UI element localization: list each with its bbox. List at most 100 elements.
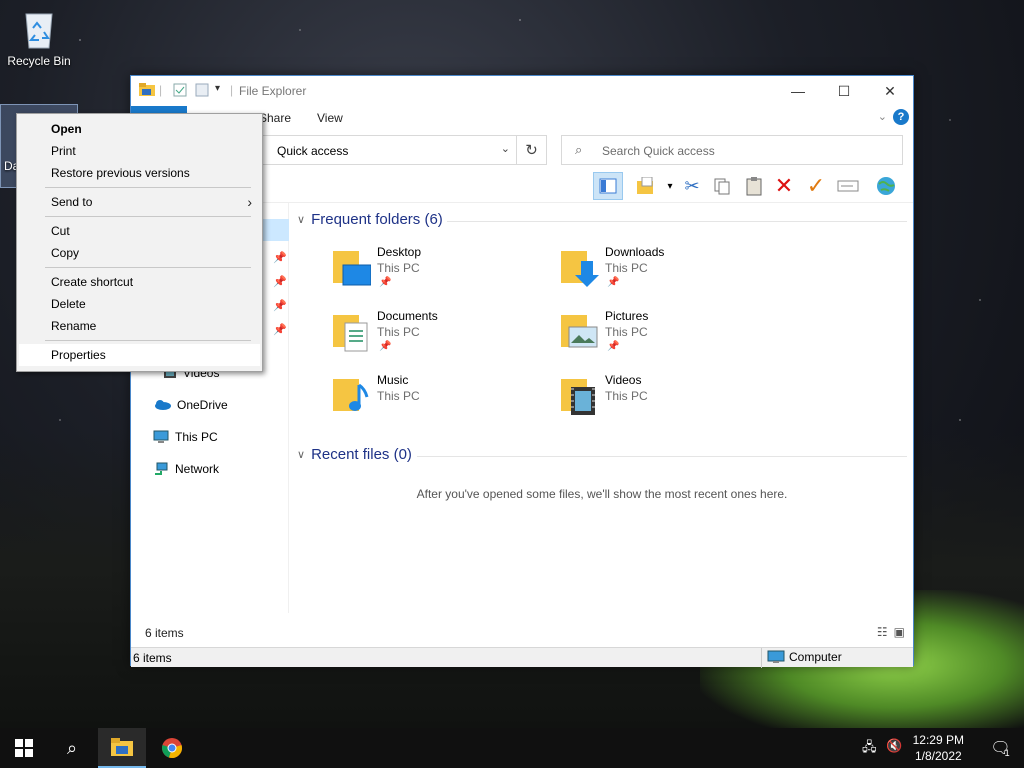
menu-item-print[interactable]: Print bbox=[51, 144, 76, 158]
videos-folder-icon bbox=[561, 379, 595, 415]
search-box[interactable]: ⌕ Search Quick access bbox=[561, 135, 903, 165]
taskbar-file-explorer[interactable] bbox=[98, 728, 146, 768]
maximize-icon: ☐ bbox=[837, 82, 851, 99]
customize-quick-access-icon[interactable]: ▾ bbox=[215, 83, 220, 94]
pin-icon[interactable]: 📌 bbox=[273, 275, 287, 288]
chevron-down-icon[interactable]: ⌄ bbox=[501, 142, 510, 155]
pin-icon[interactable]: 📌 bbox=[273, 251, 287, 264]
start-button[interactable] bbox=[0, 728, 48, 768]
title-separator: | bbox=[159, 83, 163, 97]
menu-separator bbox=[45, 340, 251, 341]
onedrive-icon bbox=[155, 400, 171, 410]
folder-name: Videos bbox=[605, 373, 642, 387]
this-pc-icon bbox=[153, 430, 169, 443]
pin-icon: 📌 bbox=[379, 341, 392, 352]
copy-button[interactable] bbox=[707, 172, 737, 200]
close-button[interactable]: ✕ bbox=[867, 76, 913, 106]
pin-icon[interactable]: 📌 bbox=[273, 299, 287, 312]
clock-time: 12:29 PM bbox=[912, 733, 964, 747]
folder-music[interactable]: Music This PC bbox=[331, 373, 551, 429]
taskbar-chrome[interactable] bbox=[148, 728, 196, 768]
nav-item-onedrive[interactable]: OneDrive bbox=[153, 395, 228, 415]
folder-pictures[interactable]: Pictures This PC 📌 bbox=[559, 309, 779, 365]
chevron-down-icon: ∨ bbox=[297, 214, 306, 226]
frequent-folders-header[interactable]: ∨ Frequent folders (6) bbox=[297, 211, 443, 228]
nav-item-label: OneDrive bbox=[177, 398, 228, 412]
details-view-icon[interactable]: ☷ bbox=[877, 625, 888, 639]
file-explorer-icon bbox=[111, 738, 133, 756]
maximize-button[interactable]: ☐ bbox=[821, 76, 867, 106]
folder-downloads[interactable]: Downloads This PC 📌 bbox=[559, 245, 779, 301]
folder-videos[interactable]: Videos This PC bbox=[559, 373, 779, 429]
close-icon: ✕ bbox=[884, 82, 896, 99]
folder-name: Desktop bbox=[377, 245, 422, 259]
search-button[interactable]: ⌕ bbox=[48, 728, 96, 768]
minimize-icon: — bbox=[791, 83, 805, 99]
tab-view[interactable]: View bbox=[317, 111, 343, 125]
pictures-folder-icon bbox=[561, 315, 598, 348]
recent-files-header[interactable]: ∨ Recent files (0) bbox=[297, 446, 412, 463]
status-bar-right: Computer bbox=[767, 650, 842, 664]
windows-logo-icon bbox=[15, 739, 33, 757]
nav-item-this-pc[interactable]: This PC bbox=[153, 427, 218, 447]
folder-desktop[interactable]: Desktop This PC 📌 bbox=[331, 245, 551, 301]
menu-item-delete[interactable]: Delete bbox=[51, 297, 86, 311]
minimize-button[interactable]: — bbox=[775, 76, 821, 106]
refresh-button[interactable]: ↻ bbox=[517, 135, 547, 165]
network-tray-icon[interactable]: 🖧 bbox=[862, 738, 877, 760]
check-button[interactable]: ✓ bbox=[801, 172, 831, 200]
pin-icon[interactable]: 📌 bbox=[273, 323, 287, 336]
item-count: 6 items bbox=[145, 626, 184, 640]
clock[interactable]: 12:29 PM 1/8/2022 bbox=[913, 732, 964, 764]
menu-item-restore-previous-versions[interactable]: Restore previous versions bbox=[51, 166, 190, 180]
nav-item-label: Network bbox=[175, 462, 220, 476]
volume-muted-icon[interactable]: 🔇 bbox=[886, 738, 902, 754]
menu-item-create-shortcut[interactable]: Create shortcut bbox=[51, 275, 133, 289]
folder-documents[interactable]: Documents This PC 📌 bbox=[331, 309, 551, 365]
status-bar: 6 items Computer bbox=[131, 647, 913, 668]
preview-pane-button[interactable] bbox=[593, 172, 623, 200]
taskbar: ⌕ 🖧 🔇 12:29 PM 1/8/2022 🗨 1 bbox=[0, 728, 1024, 768]
status-bar-left: 6 items bbox=[133, 651, 172, 665]
cut-button[interactable]: ✂ bbox=[677, 172, 707, 200]
globe-icon bbox=[877, 177, 895, 195]
menu-separator bbox=[45, 216, 251, 217]
menu-item-properties[interactable]: Properties bbox=[51, 348, 106, 362]
delete-button[interactable]: ✕ bbox=[769, 172, 799, 200]
recycle-bin-label: Recycle Bin bbox=[7, 54, 71, 68]
nav-selected-item[interactable] bbox=[261, 219, 289, 241]
address-bar[interactable]: Quick access ⌄ bbox=[261, 135, 517, 165]
large-icons-view-icon[interactable]: ▣ bbox=[894, 625, 905, 639]
address-text: Quick access bbox=[277, 144, 349, 158]
pin-icon: 📌 bbox=[607, 277, 620, 288]
menu-item-rename[interactable]: Rename bbox=[51, 319, 96, 333]
folder-location: This PC bbox=[605, 261, 648, 275]
action-center-button[interactable]: 🗨 1 bbox=[976, 728, 1024, 768]
menu-item-cut[interactable]: Cut bbox=[51, 224, 70, 238]
rename-button[interactable] bbox=[833, 172, 863, 200]
menu-separator bbox=[45, 187, 251, 188]
globe-button[interactable] bbox=[871, 172, 901, 200]
title-bar[interactable]: | ▾ | File Explorer — ☐ ✕ bbox=[131, 76, 913, 106]
toolbar: ▾ ✂ ✕ ✓ bbox=[591, 172, 913, 200]
search-icon: ⌕ bbox=[575, 142, 583, 157]
tab-share[interactable]: Share bbox=[259, 111, 291, 125]
refresh-icon: ↻ bbox=[525, 142, 538, 159]
menu-item-send-to[interactable]: Send to bbox=[51, 195, 92, 209]
copy-icon bbox=[714, 178, 730, 195]
properties-quick-icon[interactable] bbox=[173, 83, 187, 100]
chrome-icon bbox=[162, 738, 182, 758]
folder-location: This PC bbox=[605, 325, 648, 339]
computer-icon bbox=[767, 650, 785, 663]
group-divider bbox=[447, 221, 907, 222]
nav-item-network[interactable]: Network bbox=[153, 459, 219, 479]
paste-button[interactable] bbox=[739, 172, 769, 200]
recycle-bin-desktop-icon[interactable]: Recycle Bin bbox=[1, 8, 77, 68]
new-folder-quick-icon[interactable] bbox=[195, 83, 209, 100]
help-icon[interactable]: ? bbox=[893, 109, 909, 125]
chevron-right-icon: › bbox=[247, 194, 252, 210]
folder-name: Documents bbox=[377, 309, 438, 323]
menu-item-copy[interactable]: Copy bbox=[51, 246, 79, 260]
menu-item-open[interactable]: Open bbox=[51, 122, 82, 136]
expand-ribbon-icon[interactable]: ⌄ bbox=[878, 110, 887, 123]
